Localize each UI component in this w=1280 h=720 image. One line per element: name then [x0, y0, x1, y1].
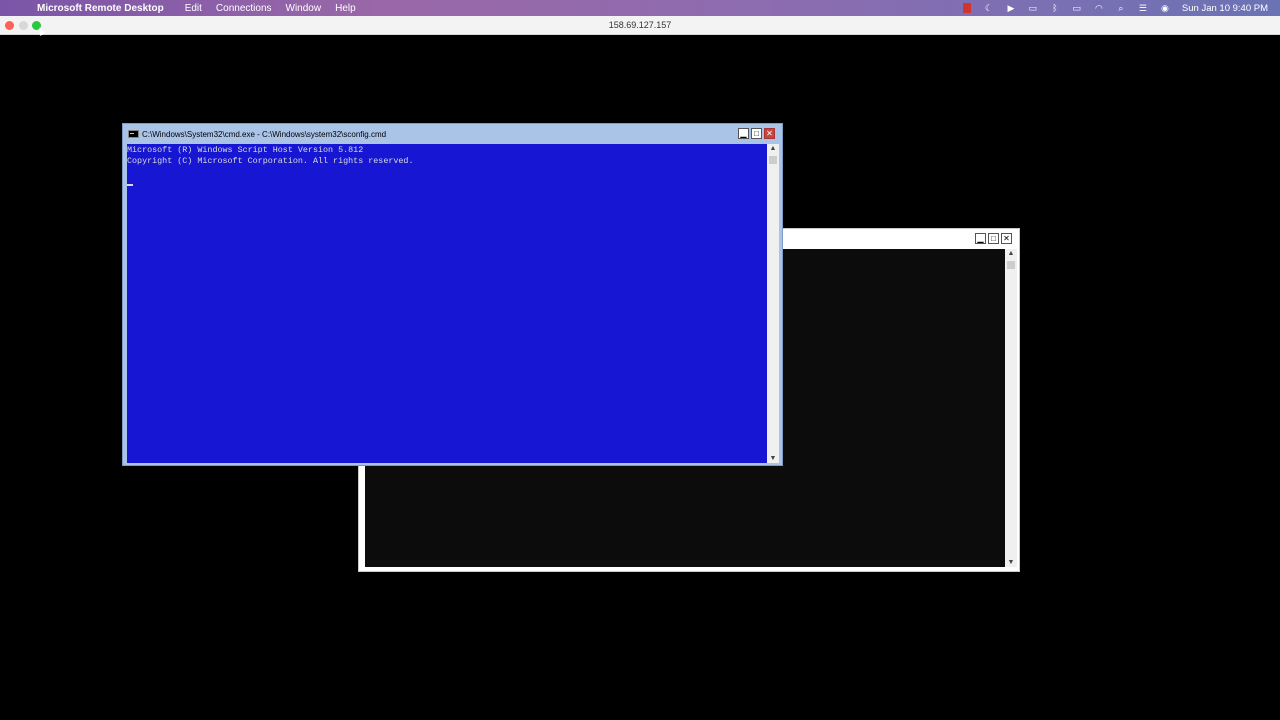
menu-connections[interactable]: Connections — [216, 3, 272, 14]
console-line: Copyright (C) Microsoft Corporation. All… — [127, 155, 414, 166]
battery-icon[interactable]: ▭ — [1066, 3, 1088, 14]
bluetooth-icon[interactable]: ᛒ — [1044, 3, 1066, 13]
search-icon[interactable]: ⌕ — [1110, 3, 1132, 14]
menu-window[interactable]: Window — [286, 3, 322, 14]
text-caret — [127, 177, 767, 190]
play-icon[interactable]: ▶ — [1000, 3, 1022, 14]
menu-help[interactable]: Help — [335, 3, 356, 14]
siri-icon[interactable]: ◉ — [1154, 3, 1176, 14]
cmd-window[interactable]: C:\Windows\System32\cmd.exe - C:\Windows… — [122, 123, 783, 466]
console-line: Microsoft (R) Windows Script Host Versio… — [127, 145, 364, 155]
scroll-thumb[interactable] — [1007, 261, 1015, 269]
cmd-console-output[interactable]: Microsoft (R) Windows Script Host Versio… — [127, 144, 767, 463]
wifi-icon[interactable]: ◠ — [1088, 3, 1110, 14]
cmd-window-titlebar[interactable]: C:\Windows\System32\cmd.exe - C:\Windows… — [123, 124, 782, 144]
menu-edit[interactable]: Edit — [185, 3, 202, 14]
scroll-up-icon[interactable]: ▲ — [1005, 250, 1017, 257]
cmd-scrollbar[interactable]: ▲ ▼ — [767, 144, 779, 463]
scroll-thumb[interactable] — [769, 156, 777, 164]
cmd-window-title: C:\Windows\System32\cmd.exe - C:\Windows… — [142, 129, 387, 139]
scroll-down-icon[interactable]: ▼ — [767, 455, 779, 462]
scroll-up-icon[interactable]: ▲ — [767, 145, 779, 152]
maximize-icon[interactable]: □ — [751, 128, 762, 139]
scroll-down-icon[interactable]: ▼ — [1005, 559, 1017, 566]
maximize-icon[interactable]: □ — [988, 233, 999, 244]
menubar-clock[interactable]: Sun Jan 10 9:40 PM — [1182, 3, 1268, 14]
remote-desktop-titlebar: 158.69.127.157 — [0, 16, 1280, 35]
moon-icon[interactable]: ☾ — [978, 3, 1000, 14]
status-area: ☾ ▶ ▭ ᛒ ▭ ◠ ⌕ ☰ ◉ Sun Jan 10 9:40 PM — [956, 0, 1280, 16]
close-icon[interactable]: ✕ — [1001, 233, 1012, 244]
connection-title: 158.69.127.157 — [608, 20, 672, 30]
screen-icon[interactable]: ▭ — [1022, 3, 1044, 14]
menu-bar: Microsoft Remote Desktop Edit Connection… — [0, 0, 1280, 16]
cmd-icon — [128, 130, 139, 138]
background-scrollbar[interactable]: ▲ ▼ — [1005, 249, 1017, 567]
minimize-icon[interactable]: ▁ — [738, 128, 749, 139]
close-icon[interactable]: ✕ — [764, 128, 775, 139]
minimize-icon[interactable]: ▁ — [975, 233, 986, 244]
record-icon[interactable] — [956, 3, 978, 14]
menu-app-name[interactable]: Microsoft Remote Desktop — [37, 3, 164, 14]
control-center-icon[interactable]: ☰ — [1132, 3, 1154, 14]
